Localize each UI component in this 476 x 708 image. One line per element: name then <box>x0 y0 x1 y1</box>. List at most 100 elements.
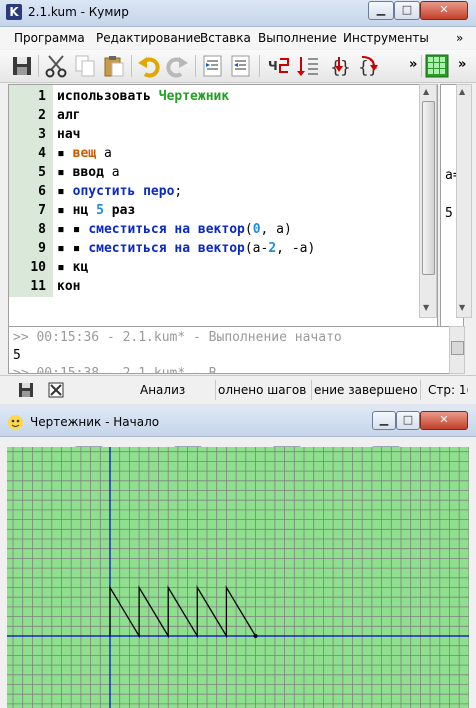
code-token: опустить перо <box>72 184 175 199</box>
code-text: кон <box>57 277 80 296</box>
drawer-window-title: Чертежник - Начало <box>30 415 160 429</box>
code-token: ▪ <box>57 184 73 199</box>
code-line[interactable]: 8 ▪ ▪ сместиться на вектор(0, а) <box>9 220 429 239</box>
values-scroll-up-arrow[interactable]: ▲ <box>459 87 465 96</box>
code-token: ввод <box>72 165 104 180</box>
menu-bar: Программа Редактирование Вставка Выполне… <box>0 27 476 49</box>
toolbar-separator <box>195 55 196 77</box>
scroll-down-arrow[interactable]: ▼ <box>423 303 429 312</box>
code-text: ▪ опустить перо; <box>57 182 182 201</box>
code-token: вещ <box>72 146 97 161</box>
menu-overflow[interactable]: » <box>456 31 463 45</box>
code-line[interactable]: 11 кон <box>9 277 429 296</box>
code-token: ; <box>174 184 183 199</box>
values-scroll-down-arrow[interactable]: ▼ <box>459 303 465 312</box>
code-line[interactable]: 1 использовать Чертежник <box>9 87 429 106</box>
code-text: нач <box>57 125 80 144</box>
console-line-2: 5 <box>13 348 21 363</box>
step-icon[interactable] <box>296 53 322 79</box>
drawer-title-bar: Чертежник - Начало ▁ □ ✕ <box>0 410 476 437</box>
code-token: ▪ <box>57 165 73 180</box>
line-number: 10 <box>30 260 46 275</box>
pen-position-marker <box>253 634 258 638</box>
status-bar: Анализ олнено шагов ение завершено Стр: … <box>0 375 476 404</box>
close-button[interactable]: ✕ <box>420 1 468 20</box>
code-line[interactable]: 2 алг <box>9 106 429 125</box>
code-token: , -а) <box>276 241 316 256</box>
line-number: 7 <box>38 203 46 218</box>
drawer-maximize-button[interactable]: □ <box>396 411 420 430</box>
cut-icon[interactable] <box>43 53 69 79</box>
code-line[interactable]: 3 нач <box>9 125 429 144</box>
code-line[interactable]: 9 ▪ ▪ сместиться на вектор(а-2, -а) <box>9 239 429 258</box>
console-scrollbar[interactable] <box>449 326 465 374</box>
scroll-up-arrow[interactable]: ▲ <box>423 87 429 96</box>
code-token: ▪ <box>57 260 73 275</box>
toolbar-separator <box>131 55 132 77</box>
code-token: сместиться на вектор <box>88 222 245 237</box>
console-scroll-thumb[interactable] <box>451 341 464 355</box>
drawer-app-icon <box>8 415 23 430</box>
code-token: ( <box>244 222 253 237</box>
drawer-close-button[interactable]: ✕ <box>420 411 468 430</box>
menu-tools[interactable]: Инструменты <box>343 31 429 45</box>
line-number: 6 <box>38 184 46 199</box>
run-icon[interactable]: Ч <box>266 53 292 79</box>
line-number: 1 <box>38 89 46 104</box>
unindent-icon[interactable] <box>228 53 254 79</box>
code-line[interactable]: 7 ▪ нц 5 раз <box>9 201 429 220</box>
code-line[interactable]: 4 ▪ вещ а <box>9 144 429 163</box>
scroll-thumb[interactable] <box>422 101 435 275</box>
code-token: Чертежник <box>158 89 230 104</box>
menu-run[interactable]: Выполнение <box>258 31 337 45</box>
code-line[interactable]: 5 ▪ ввод а <box>9 163 429 182</box>
toolbar-overflow-2[interactable]: » <box>458 57 466 72</box>
editor-scrollbar[interactable]: ▲ ▼ <box>419 84 437 318</box>
code-text: использовать Чертежник <box>57 87 229 106</box>
code-text: ▪ нц 5 раз <box>57 201 135 220</box>
code-token: , а) <box>260 222 292 237</box>
step-into-icon[interactable]: {} <box>326 53 352 79</box>
copy-icon[interactable] <box>72 53 98 79</box>
step-out-icon[interactable]: {} <box>354 53 380 79</box>
menu-program[interactable]: Программа <box>14 31 85 45</box>
menu-edit[interactable]: Редактирование <box>96 31 201 45</box>
indent-icon[interactable] <box>200 53 226 79</box>
redo-icon[interactable] <box>164 53 190 79</box>
maximize-button[interactable]: □ <box>394 1 420 20</box>
values-scrollbar[interactable]: ▲ ▼ <box>456 84 472 318</box>
code-editor[interactable]: 1 использовать Чертежник 2 алг 3 нач 4 ▪ вещ а5… <box>8 84 438 328</box>
svg-text:Ч: Ч <box>268 59 278 73</box>
toolbar-overflow[interactable]: » <box>409 57 417 72</box>
save-status-icon[interactable] <box>18 382 34 401</box>
code-token: использовать <box>57 89 159 104</box>
title-bar: K 2.1.kum - Кумир ▁ □ ✕ <box>0 0 476 27</box>
minimize-button[interactable]: ▁ <box>368 1 394 20</box>
code-text: ▪ ▪ сместиться на вектор(0, а) <box>57 220 292 239</box>
code-token: раз <box>103 203 136 218</box>
code-token: 0 <box>252 222 261 237</box>
status-position: Стр: 1( <box>428 383 468 397</box>
output-console[interactable]: >> 00:15:36 - 2.1.kum* - Выполнение нача… <box>8 326 450 374</box>
code-token: ▪ ▪ <box>57 241 89 256</box>
toolbar-separator <box>38 55 39 77</box>
grid-icon[interactable] <box>424 53 450 79</box>
kumir-app-icon: K <box>6 4 22 20</box>
console-line-3: >> 00:15:38 - 2.1.kum* - В <box>13 366 217 374</box>
code-line[interactable]: 6 ▪ опустить перо; <box>9 182 429 201</box>
paste-icon[interactable] <box>101 53 127 79</box>
menu-insert[interactable]: Вставка <box>200 31 251 45</box>
code-token: нач <box>57 127 81 142</box>
line-number: 2 <box>38 108 46 123</box>
drawing-canvas[interactable] <box>7 447 469 708</box>
line-number: 11 <box>30 279 46 294</box>
code-text: ▪ ввод а <box>57 163 120 182</box>
undo-icon[interactable] <box>136 53 162 79</box>
code-text: ▪ кц <box>57 258 88 277</box>
drawer-minimize-button[interactable]: ▁ <box>372 411 396 430</box>
code-line[interactable]: 10 ▪ кц <box>9 258 429 277</box>
code-token: кц <box>72 260 89 275</box>
close-status-icon[interactable] <box>48 382 64 401</box>
toolbar-separator <box>421 55 422 77</box>
save-icon[interactable] <box>9 53 35 79</box>
